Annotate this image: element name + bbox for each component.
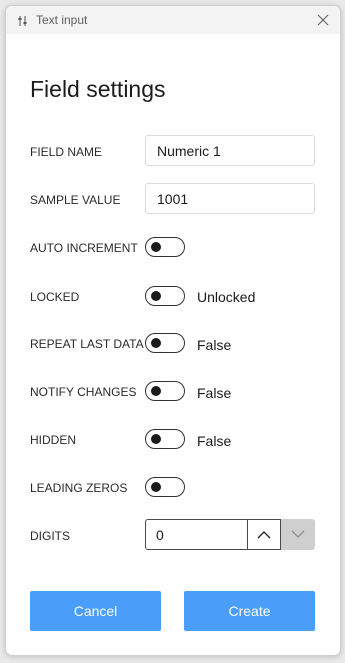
- page-title: Field settings: [30, 76, 166, 102]
- dialog-window: Text input Field settings FIELD NAME SAM…: [5, 5, 341, 656]
- sample-value-label: SAMPLE VALUE: [30, 193, 121, 207]
- leading-zeros-toggle[interactable]: [145, 477, 185, 497]
- leading-zeros-label: LEADING ZEROS: [30, 481, 128, 495]
- hidden-label: HIDDEN: [30, 433, 77, 447]
- hidden-state-text: False: [197, 433, 232, 449]
- toggle-knob: [151, 338, 161, 348]
- window-title: Text input: [36, 13, 88, 27]
- repeat-last-data-label: REPEAT LAST DATA: [30, 337, 144, 351]
- digits-input[interactable]: [145, 519, 247, 550]
- notify-changes-state-text: False: [197, 385, 232, 401]
- toggle-knob: [151, 386, 161, 396]
- close-button[interactable]: [312, 9, 334, 31]
- hidden-toggle[interactable]: [145, 429, 185, 449]
- notify-changes-label: NOTIFY CHANGES: [30, 385, 137, 399]
- digits-label: DIGITS: [30, 529, 71, 543]
- repeat-last-data-state-text: False: [197, 337, 232, 353]
- toggle-knob: [151, 291, 161, 301]
- toggle-knob: [151, 434, 161, 444]
- close-icon: [317, 14, 329, 26]
- toggle-knob: [151, 482, 161, 492]
- toggle-knob: [151, 242, 161, 252]
- sample-value-input[interactable]: [145, 183, 315, 214]
- auto-increment-toggle[interactable]: [145, 237, 185, 257]
- locked-label: LOCKED: [30, 290, 80, 304]
- sliders-icon: [17, 14, 29, 26]
- title-bar: Text input: [6, 6, 340, 34]
- field-name-input[interactable]: [145, 135, 315, 166]
- create-button[interactable]: Create: [184, 591, 315, 631]
- auto-increment-label: AUTO INCREMENT: [30, 241, 138, 255]
- locked-toggle[interactable]: [145, 286, 185, 306]
- notify-changes-toggle[interactable]: [145, 381, 185, 401]
- chevron-down-icon: [291, 530, 305, 538]
- digits-decrement-button[interactable]: [281, 519, 315, 550]
- digits-increment-button[interactable]: [247, 519, 281, 550]
- repeat-last-data-toggle[interactable]: [145, 333, 185, 353]
- cancel-button[interactable]: Cancel: [30, 591, 161, 631]
- locked-state-text: Unlocked: [197, 289, 256, 305]
- chevron-up-icon: [257, 531, 271, 539]
- field-name-label: FIELD NAME: [30, 145, 103, 159]
